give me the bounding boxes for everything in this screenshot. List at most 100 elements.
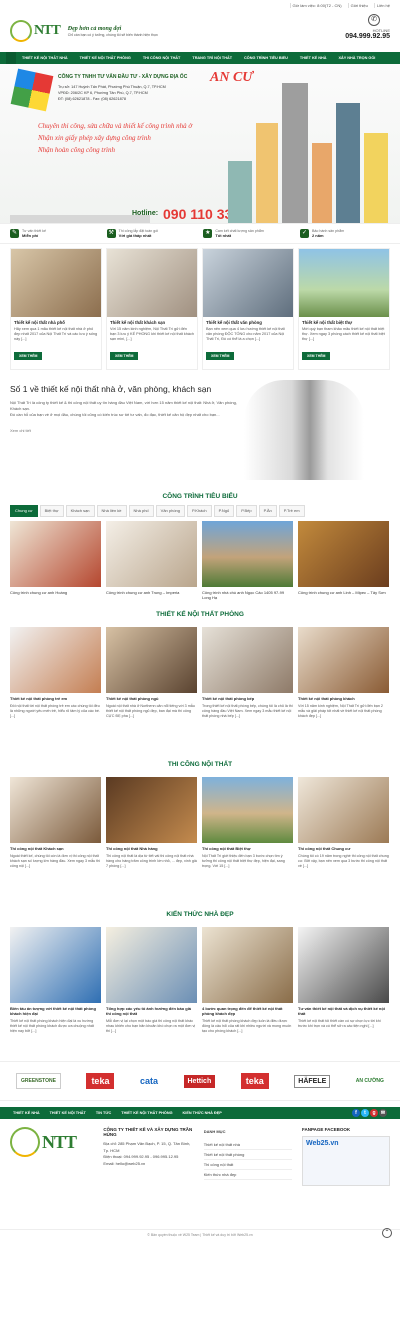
tab-p-ngu[interactable]: P.Ngủ <box>213 505 235 517</box>
card-image[interactable] <box>11 249 101 317</box>
room-title[interactable]: Thiết kế nội thất phòng bếp <box>202 693 293 704</box>
footer-menu-item[interactable]: Thiết kế nội thất nhà <box>203 1140 292 1150</box>
footer-nav-item[interactable]: THIẾT KẾ NHÀ <box>8 1111 45 1115</box>
intro-link[interactable]: Giới thiệu <box>347 2 370 8</box>
partner-logo[interactable]: cata <box>140 1076 158 1086</box>
email-icon[interactable]: ✉ <box>379 1109 387 1117</box>
work-title[interactable]: Công trình nhà chú anh Ngọc Cảo 1405 97-… <box>202 587 293 603</box>
home-icon[interactable] <box>6 52 16 64</box>
work-card[interactable]: Công trình chung cư anh Linh – Mipec – T… <box>298 521 389 595</box>
room-card[interactable]: Thiết kế nội thất phòng bếp Trong thiết k… <box>202 627 293 735</box>
back-to-top-icon[interactable]: ⌃ <box>382 1228 392 1238</box>
room-card[interactable]: Thiết kế nội thất phòng ngủ Ngoài nội thấ… <box>106 627 197 735</box>
knowledge-image[interactable] <box>106 927 197 1003</box>
read-more-button[interactable]: XEM THÊM <box>110 352 139 360</box>
construction-card[interactable]: Thi công nội thất Nhà hàng Thi công nội t… <box>106 777 197 885</box>
knowledge-title[interactable]: Biến tấu ấn tượng với thiết kế nội thất … <box>10 1003 101 1019</box>
work-image[interactable] <box>298 521 389 587</box>
nav-item[interactable]: XÂY NHÀ TRỌN GÓI <box>333 56 382 60</box>
work-title[interactable]: Công trình chung cư anh Hoàng <box>10 587 101 598</box>
tab-van-phong[interactable]: Văn phòng <box>155 505 186 517</box>
tab-nha-lien-ke[interactable]: Nhà liền kề <box>96 505 127 517</box>
footer-nav-item[interactable]: TIN TỨC <box>91 1111 116 1115</box>
tab-p-bep[interactable]: P.Bếp <box>236 505 257 517</box>
partner-logo[interactable]: AN CƯỜNG <box>356 1078 384 1084</box>
footer-menu-item[interactable]: Kiến thức nhà đẹp <box>203 1170 292 1180</box>
card-title[interactable]: Thiết kế nội thất biệt thự <box>299 317 389 327</box>
knowledge-image[interactable] <box>202 927 293 1003</box>
facebook-widget[interactable]: Web25.vn <box>302 1136 390 1186</box>
card-title[interactable]: Thiết kế nội thất khách sạn <box>107 317 197 327</box>
footer-menu-item[interactable]: Thiết kế nội thất phòng <box>203 1150 292 1160</box>
tab-khach-san[interactable]: Khách sạn <box>65 505 95 517</box>
knowledge-image[interactable] <box>298 927 389 1003</box>
knowledge-card[interactable]: Tư vấn thiết kế nội thất và dịch vụ thiế… <box>298 927 389 1053</box>
work-card[interactable]: Công trình nhà chú anh Ngọc Cảo 1405 97-… <box>202 521 293 600</box>
tab-p-khach[interactable]: P.Khách <box>187 505 212 517</box>
tab-chung-cu[interactable]: Chung cư <box>10 505 38 517</box>
room-title[interactable]: Thiết kế nội thất phòng trẻ em <box>10 693 101 704</box>
construction-image[interactable] <box>298 777 389 843</box>
featured-card[interactable]: Thiết kế nội thất nhà phố Hãy xem qua 1 m… <box>10 248 102 370</box>
knowledge-card[interactable]: Biến tấu ấn tượng với thiết kế nội thất … <box>10 927 101 1053</box>
nav-item[interactable]: CÔNG TRÌNH TIÊU BIỂU <box>238 56 294 60</box>
room-image[interactable] <box>10 627 101 693</box>
room-image[interactable] <box>298 627 389 693</box>
nav-item[interactable]: TRANG TRÍ NỘI THẤT <box>186 56 238 60</box>
nav-item[interactable]: THIẾT KẾ NỘI THẤT PHÒNG <box>74 56 137 60</box>
facebook-icon[interactable]: f <box>352 1109 360 1117</box>
knowledge-title[interactable]: Tổng hợp các yếu tố ảnh hưởng đến báo gi… <box>106 1003 197 1019</box>
partner-logo[interactable]: GREENSTONE <box>16 1073 61 1089</box>
card-image[interactable] <box>203 249 293 317</box>
knowledge-card[interactable]: 4 bước quan trọng đến để thiết kế nội th… <box>202 927 293 1053</box>
construction-title[interactable]: Thi công nội thất Nhà hàng <box>106 843 197 854</box>
footer-logo[interactable]: NTT <box>10 1127 93 1221</box>
site-logo[interactable]: NTT <box>10 20 61 42</box>
construction-title[interactable]: Thi công nội thất Chung cư <box>298 843 389 854</box>
construction-title[interactable]: Thi công nội thất Biệt thự <box>202 843 293 854</box>
room-title[interactable]: Thiết kế nội thất phòng ngủ <box>106 693 197 704</box>
work-card[interactable]: Công trình chung cư anh Hoàng <box>10 521 101 595</box>
read-more-button[interactable]: XEM THÊM <box>14 352 43 360</box>
construction-card[interactable]: Thi công nội thất Biệt thự Nội Thất Trí g… <box>202 777 293 885</box>
knowledge-card[interactable]: Tổng hợp các yếu tố ảnh hưởng đến báo gi… <box>106 927 197 1053</box>
room-image[interactable] <box>202 627 293 693</box>
read-more-button[interactable]: XEM THÊM <box>302 352 331 360</box>
room-image[interactable] <box>106 627 197 693</box>
construction-card[interactable]: Thi công nội thất Chung cư Chúng tôi có 1… <box>298 777 389 885</box>
card-title[interactable]: Thiết kế nội thất nhà phố <box>11 317 101 327</box>
nav-item[interactable]: THI CÔNG NỘI THẤT <box>137 56 187 60</box>
construction-image[interactable] <box>202 777 293 843</box>
tab-biet-thu[interactable]: Biệt thự <box>39 505 64 517</box>
footer-email[interactable]: Email: hello@web25.vn <box>103 1161 193 1168</box>
nav-item[interactable]: THIẾT KẾ NỘI THẤT NHÀ <box>16 56 74 60</box>
room-card[interactable]: Thiết kế nội thất phòng trẻ em Đôi nội th… <box>10 627 101 735</box>
tab-p-an[interactable]: P.Ăn <box>258 505 277 517</box>
footer-nav-item[interactable]: THIẾT KẾ NỘI THẤT <box>45 1111 91 1115</box>
knowledge-title[interactable]: Tư vấn thiết kế nội thất và dịch vụ thiế… <box>298 1003 389 1019</box>
work-title[interactable]: Công trình chung cư anh Trung – Imperia <box>106 587 197 598</box>
footer-nav-item[interactable]: THIẾT KẾ NỘI THẤT PHÒNG <box>116 1111 177 1115</box>
footer-nav-item[interactable]: KIẾN THỨC NHÀ ĐẸP <box>178 1111 227 1115</box>
card-image[interactable] <box>299 249 389 317</box>
contact-link[interactable]: Liên hệ <box>373 2 392 8</box>
knowledge-image[interactable] <box>10 927 101 1003</box>
work-title[interactable]: Công trình chung cư anh Linh – Mipec – T… <box>298 587 389 598</box>
knowledge-title[interactable]: 4 bước quan trọng đến để thiết kế nội th… <box>202 1003 293 1019</box>
card-image[interactable] <box>107 249 197 317</box>
featured-card[interactable]: Thiết kế nội thất biệt thự Mời quý bạn th… <box>298 248 390 370</box>
read-more-button[interactable]: XEM THÊM <box>206 352 235 360</box>
partner-logo[interactable]: HÄFELE <box>294 1074 331 1088</box>
twitter-icon[interactable]: t <box>361 1109 369 1117</box>
nav-item[interactable]: THIẾT KẾ NHÀ <box>294 56 333 60</box>
construction-image[interactable] <box>106 777 197 843</box>
google-plus-icon[interactable]: g <box>370 1109 378 1117</box>
work-card[interactable]: Công trình chung cư anh Trung – Imperia <box>106 521 197 595</box>
tab-nha-pho[interactable]: Nhà phố <box>128 505 154 517</box>
construction-title[interactable]: Thi công nội thất Khách sạn <box>10 843 101 854</box>
construction-image[interactable] <box>10 777 101 843</box>
footer-menu-item[interactable]: Thi công nội thất <box>203 1160 292 1170</box>
partner-logo[interactable]: Hettich <box>183 1074 216 1088</box>
room-card[interactable]: Thiết kế nội thất phòng khách Với 15 năm … <box>298 627 389 735</box>
work-image[interactable] <box>106 521 197 587</box>
